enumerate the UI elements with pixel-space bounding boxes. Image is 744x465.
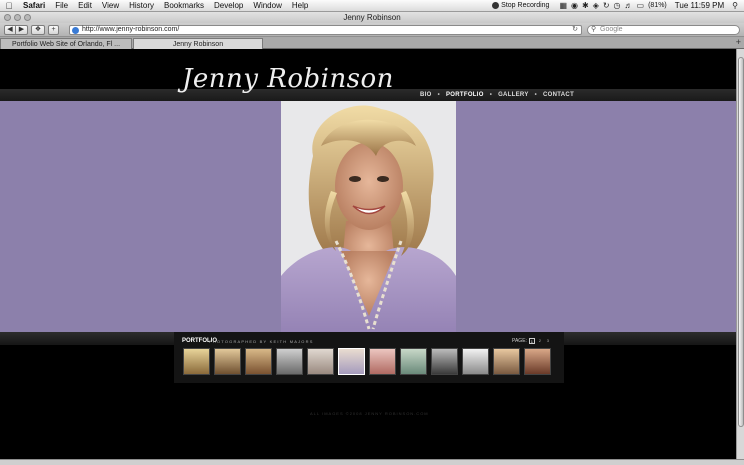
tab-bar: Portfolio Web Site of Orlando, Fl ... Je… xyxy=(0,37,744,49)
thumbnail[interactable] xyxy=(276,348,303,375)
back-button[interactable]: ◀ xyxy=(4,24,16,35)
thumbnail[interactable] xyxy=(493,348,520,375)
nav-portfolio[interactable]: PORTFOLIO xyxy=(446,92,484,98)
vertical-scrollbar[interactable] xyxy=(736,49,744,459)
pager: PAGE: 1 2 3 xyxy=(512,338,551,344)
tab-jenny-robinson[interactable]: Jenny Robinson xyxy=(133,38,263,49)
thumbnail[interactable] xyxy=(431,348,458,375)
dropbox-icon[interactable]: ▦ xyxy=(559,1,567,10)
copyright-text: ALL IMAGES ©2008 JENNY ROBINSON.COM xyxy=(310,411,429,416)
menu-file[interactable]: File xyxy=(50,1,73,10)
wifi-icon[interactable]: ◈ xyxy=(593,1,599,10)
thumbnail[interactable] xyxy=(400,348,427,375)
battery-icon[interactable]: ▭ xyxy=(637,1,645,10)
site-logo[interactable]: Jenny Robinson xyxy=(182,64,394,94)
scrollbar-thumb[interactable] xyxy=(738,57,744,427)
nav-separator: • xyxy=(489,92,493,98)
thumbnail-strip xyxy=(183,348,551,375)
chat-icon[interactable]: ◉ xyxy=(571,1,578,10)
thumbnail[interactable] xyxy=(462,348,489,375)
address-text: http://www.jenny-robinson.com/ xyxy=(82,26,180,33)
menu-develop[interactable]: Develop xyxy=(209,1,248,10)
mac-menubar:  Safari File Edit View History Bookmark… xyxy=(0,0,744,12)
thumbnail[interactable] xyxy=(369,348,396,375)
globe-icon xyxy=(72,27,79,34)
menubar-status: Stop Recording ▦ ◉ ✱ ◈ ↻ ◷ ♬ ▭ (81%) Tue… xyxy=(492,1,744,10)
window-titlebar: Jenny Robinson xyxy=(0,12,744,23)
search-icon: ⚲ xyxy=(591,26,597,33)
volume-icon[interactable]: ♬ xyxy=(625,1,633,10)
clock[interactable]: Tue 11:59 PM xyxy=(675,1,724,10)
minimize-window-button[interactable] xyxy=(14,14,21,21)
page-label: PAGE: xyxy=(512,338,527,344)
forward-button[interactable]: ▶ xyxy=(16,24,28,35)
zoom-window-button[interactable] xyxy=(24,14,31,21)
menu-history[interactable]: History xyxy=(124,1,159,10)
add-bookmark-button[interactable]: + xyxy=(48,24,59,35)
window-title: Jenny Robinson xyxy=(343,13,401,22)
webpage: Jenny Robinson BIO • PORTFOLIO • GALLERY… xyxy=(0,49,736,459)
record-icon xyxy=(492,2,500,9)
thumbnail[interactable] xyxy=(524,348,551,375)
bluetooth-icon[interactable]: ✱ xyxy=(582,1,589,10)
page-2-button[interactable]: 2 xyxy=(537,338,543,344)
battery-percent: (81%) xyxy=(648,2,667,9)
stop-recording-label: Stop Recording xyxy=(501,2,550,9)
search-placeholder: Google xyxy=(600,26,623,33)
portrait-image xyxy=(281,101,456,332)
search-field[interactable]: ⚲ Google xyxy=(587,25,740,35)
sync-icon[interactable]: ↻ xyxy=(603,1,610,10)
portfolio-subtitle: PHOTOGRAPHED BY KEITH MAJORS xyxy=(209,339,314,344)
featured-photo xyxy=(281,101,456,332)
page-1-button[interactable]: 1 xyxy=(528,338,535,344)
nav-separator: • xyxy=(437,92,440,98)
new-tab-icon[interactable]: + xyxy=(736,37,741,47)
window-controls xyxy=(4,14,31,21)
nav-gallery[interactable]: GALLERY xyxy=(498,92,529,98)
nav-buttons: ◀ ▶ xyxy=(4,24,28,35)
thumbnail[interactable] xyxy=(214,348,241,375)
page-3-button[interactable]: 3 xyxy=(545,338,551,344)
address-bar[interactable]: http://www.jenny-robinson.com/ ↻ xyxy=(69,25,582,35)
menu-view[interactable]: View xyxy=(97,1,124,10)
time-machine-icon[interactable]: ◷ xyxy=(614,1,621,10)
thumbnail[interactable] xyxy=(307,348,334,375)
thumbnail[interactable] xyxy=(245,348,272,375)
menu-help[interactable]: Help xyxy=(287,1,313,10)
apple-icon[interactable]:  xyxy=(0,1,18,11)
stop-recording-item[interactable]: Stop Recording xyxy=(492,2,549,9)
close-window-button[interactable] xyxy=(4,14,11,21)
thumbnail[interactable] xyxy=(183,348,210,375)
menu-safari[interactable]: Safari xyxy=(18,1,50,10)
tab-portfolio[interactable]: Portfolio Web Site of Orlando, Fl ... xyxy=(0,38,132,49)
nav-separator: • xyxy=(534,92,538,98)
nav-contact[interactable]: CONTACT xyxy=(543,92,574,98)
menu-bookmarks[interactable]: Bookmarks xyxy=(159,1,209,10)
thumbnail-selected[interactable] xyxy=(338,348,365,375)
site-nav: BIO • PORTFOLIO • GALLERY • CONTACT xyxy=(420,89,574,101)
nav-bio[interactable]: BIO xyxy=(420,92,432,98)
spotlight-icon[interactable]: ⚲ xyxy=(732,1,738,10)
bookmarks-button[interactable]: ❖ xyxy=(31,24,45,35)
window-bottom-edge xyxy=(0,459,744,465)
menu-window[interactable]: Window xyxy=(248,1,286,10)
menu-edit[interactable]: Edit xyxy=(73,1,97,10)
reload-icon[interactable]: ↻ xyxy=(572,26,578,34)
